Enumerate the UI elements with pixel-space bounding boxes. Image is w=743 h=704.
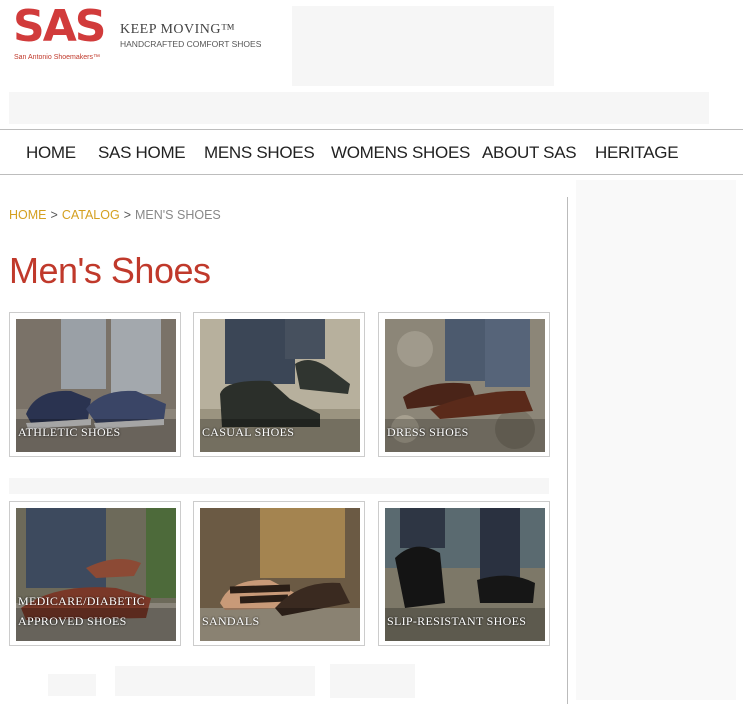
footer-placeholder [115,666,315,696]
category-label: MEDICARE/DIABETIC APPROVED SHOES [18,594,146,628]
column-divider [567,197,568,704]
nav-about-sas[interactable]: ABOUT SAS [482,143,577,163]
header-strip-placeholder [9,92,709,124]
breadcrumb-catalog[interactable]: CATALOG [62,208,120,222]
breadcrumb: HOME > CATALOG > MEN'S SHOES [9,208,221,222]
footer-placeholder [330,664,415,698]
logo-subtitle: San Antonio Shoemakers™ [14,54,100,61]
category-label: SLIP-RESISTANT SHOES [387,614,527,628]
header-banner-placeholder [292,6,554,86]
category-label: SANDALS [202,614,260,628]
category-card-athletic[interactable]: ATHLETIC SHOES [9,312,181,457]
footer-placeholder [48,674,96,696]
nav-mens-shoes[interactable]: MENS SHOES [204,143,315,163]
breadcrumb-home[interactable]: HOME [9,208,47,222]
category-label: ATHLETIC SHOES [18,425,121,439]
nav-home[interactable]: HOME [26,143,76,163]
nav-sas-home[interactable]: SAS HOME [98,143,186,163]
tagline-main: KEEP MOVING™ [120,22,236,37]
sas-logo[interactable]: SAS San Antonio Shoemakers™ [13,5,106,65]
row-spacer-placeholder [9,478,549,494]
logo-mark: SAS [13,1,106,52]
category-label: DRESS SHOES [387,425,469,439]
category-card-dress[interactable]: DRESS SHOES [378,312,550,457]
category-card-medicare-diabetic[interactable]: MEDICARE/DIABETIC APPROVED SHOES [9,501,181,646]
category-card-casual[interactable]: CASUAL SHOES [193,312,365,457]
page-title: Men's Shoes [9,250,211,291]
category-card-sandals[interactable]: SANDALS [193,501,365,646]
main-nav: HOME SAS HOME MENS SHOES WOMENS SHOES AB… [0,129,743,175]
breadcrumb-current: MEN'S SHOES [135,208,221,222]
breadcrumb-separator: > [50,208,58,222]
nav-womens-shoes[interactable]: WOMENS SHOES [331,143,470,163]
category-card-slip-resistant[interactable]: SLIP-RESISTANT SHOES [378,501,550,646]
category-label: CASUAL SHOES [202,425,295,439]
tagline: KEEP MOVING™ HANDCRAFTED COMFORT SHOES [120,22,261,49]
tagline-sub: HANDCRAFTED COMFORT SHOES [120,39,262,49]
breadcrumb-separator: > [123,208,132,222]
nav-heritage[interactable]: HERITAGE [595,143,679,163]
sidebar-placeholder [576,180,736,700]
